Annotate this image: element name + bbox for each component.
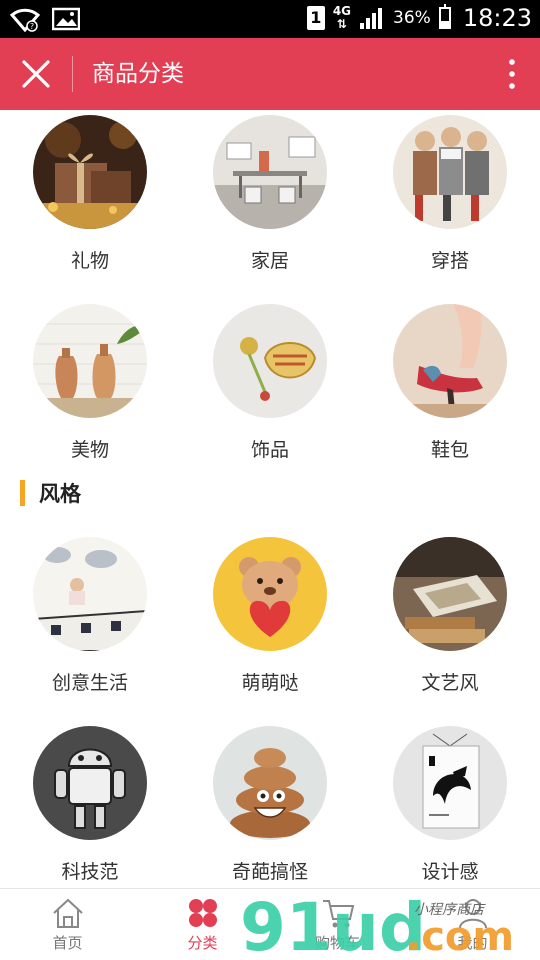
page-title: 商品分类 — [92, 61, 184, 87]
beauty-image — [33, 304, 147, 418]
nav-cart[interactable]: 购物车 — [270, 889, 405, 960]
style-label: 奇葩搞怪 — [231, 861, 308, 883]
wifi-icon: ? — [10, 8, 40, 32]
category-beauty[interactable]: 美物 — [0, 304, 180, 462]
category-gift[interactable]: 礼物 — [0, 115, 180, 273]
style-quirky[interactable]: 奇葩搞怪 — [180, 726, 360, 884]
category-accessory[interactable]: 饰品 — [180, 304, 360, 462]
bottom-nav: 首页 分类 购物车 我的 — [0, 888, 540, 960]
header-divider — [72, 56, 73, 92]
accessory-image — [213, 304, 327, 418]
style-label: 文艺风 — [421, 672, 479, 694]
network-indicator: 4G ⇅ — [333, 5, 351, 31]
category-label: 家居 — [250, 250, 289, 272]
nav-label: 我的 — [457, 934, 488, 952]
category-outfit[interactable]: 穿搭 — [360, 115, 540, 273]
category-label: 饰品 — [250, 439, 289, 461]
cart-icon — [322, 900, 354, 928]
home-image — [213, 115, 327, 229]
nav-label: 分类 — [187, 934, 218, 952]
style-row: 科技范 奇葩搞怪 设计感 — [0, 726, 540, 884]
style-label: 萌萌哒 — [241, 672, 299, 694]
clock: 18:23 — [462, 4, 532, 32]
image-icon — [52, 7, 80, 31]
signal-icon — [360, 8, 383, 29]
nav-label: 首页 — [52, 934, 83, 952]
section-accent-bar — [20, 480, 25, 506]
style-label: 创意生活 — [51, 672, 128, 694]
tech-image — [33, 726, 147, 840]
category-label: 穿搭 — [430, 250, 469, 272]
quirky-image — [213, 726, 327, 840]
battery-icon — [438, 4, 451, 29]
style-cute[interactable]: 萌萌哒 — [180, 537, 360, 695]
style-label: 科技范 — [61, 861, 119, 883]
home-icon — [52, 898, 83, 928]
category-label: 礼物 — [70, 250, 109, 272]
style-tech[interactable]: 科技范 — [0, 726, 180, 884]
style-design[interactable]: 设计感 — [360, 726, 540, 884]
shoes-image — [393, 304, 507, 418]
user-icon — [458, 899, 487, 929]
design-image — [393, 726, 507, 840]
style-creative-life[interactable]: 创意生活 — [0, 537, 180, 695]
category-shoes[interactable]: 鞋包 — [360, 304, 540, 462]
category-label: 鞋包 — [430, 439, 469, 461]
sim-slot-indicator: 1 — [306, 6, 325, 30]
style-row: 创意生活 萌萌哒 文艺风 — [0, 537, 540, 695]
category-home[interactable]: 家居 — [180, 115, 360, 273]
category-row: 美物 饰品 鞋包 — [0, 304, 540, 462]
data-arrows-icon: ⇅ — [336, 17, 347, 31]
status-bar: ? 1 4G ⇅ 36% 18:23 — [0, 0, 540, 38]
category-row: 礼物 家居 穿搭 — [0, 115, 540, 273]
gift-image — [33, 115, 147, 229]
style-section-header: 风格 — [20, 478, 81, 508]
artsy-image — [393, 537, 507, 651]
cute-image — [213, 537, 327, 651]
app-header: 商品分类 — [0, 38, 540, 110]
nav-home[interactable]: 首页 — [0, 889, 135, 960]
svg-text:?: ? — [30, 22, 34, 31]
category-label: 美物 — [70, 439, 109, 461]
creative-life-image — [33, 537, 147, 651]
category-icon — [188, 899, 217, 927]
close-icon[interactable] — [18, 58, 54, 90]
nav-profile[interactable]: 我的 — [405, 889, 540, 960]
style-label: 设计感 — [421, 861, 479, 883]
more-vertical-icon[interactable] — [506, 56, 518, 92]
outfit-image — [393, 115, 507, 229]
nav-category[interactable]: 分类 — [135, 889, 270, 960]
battery-percent: 36% — [393, 8, 431, 28]
nav-label: 购物车 — [314, 934, 360, 952]
section-title: 风格 — [39, 482, 81, 506]
style-artsy[interactable]: 文艺风 — [360, 537, 540, 695]
